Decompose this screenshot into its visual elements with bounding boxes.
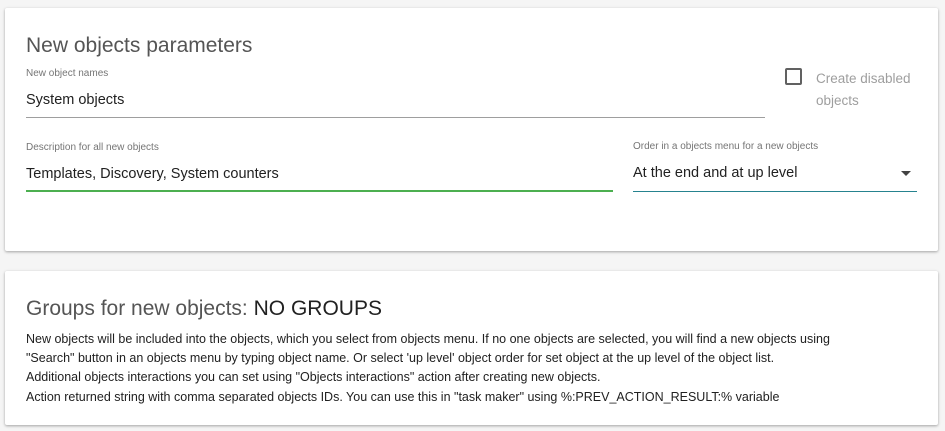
description-field[interactable]: Description for all new objects: [26, 142, 613, 192]
groups-title-value: NO GROUPS: [253, 297, 382, 320]
groups-description-line: New objects will be included into the ob…: [26, 332, 830, 346]
groups-description-line: Additional objects interactions you can …: [26, 370, 601, 385]
create-disabled-checkbox[interactable]: [785, 68, 802, 85]
groups-description-line: "Search" button in an objects menu by ty…: [26, 351, 775, 366]
new-objects-parameters-card: New objects parameters New object names …: [5, 8, 938, 251]
description-label: Description for all new objects: [26, 142, 159, 153]
groups-title-label: Groups for new objects:: [26, 297, 248, 320]
groups-description-line: Action returned string with comma separa…: [26, 389, 780, 404]
order-underline: [633, 191, 917, 192]
object-names-underline: [26, 117, 765, 118]
groups-description: New objects will be included into the ob…: [26, 330, 926, 407]
object-names-label: New object names: [26, 68, 109, 79]
order-select[interactable]: Order in a objects menu for a new object…: [633, 141, 917, 192]
description-underline: [26, 190, 613, 192]
object-names-input[interactable]: [26, 92, 765, 108]
caret-down-icon[interactable]: [901, 171, 911, 176]
groups-card: Groups for new objects: NO GROUPS New ob…: [5, 271, 938, 425]
create-disabled-label[interactable]: Create disabled objects: [816, 68, 926, 112]
description-input[interactable]: [26, 166, 613, 182]
object-names-field[interactable]: New object names: [26, 68, 765, 118]
order-selected-value[interactable]: At the end and at up level: [633, 165, 917, 181]
groups-title: Groups for new objects: NO GROUPS: [26, 297, 382, 321]
card-title: New objects parameters: [26, 34, 253, 57]
order-label: Order in a objects menu for a new object…: [633, 141, 819, 152]
create-disabled-checkbox-control[interactable]: Create disabled objects: [785, 68, 925, 118]
